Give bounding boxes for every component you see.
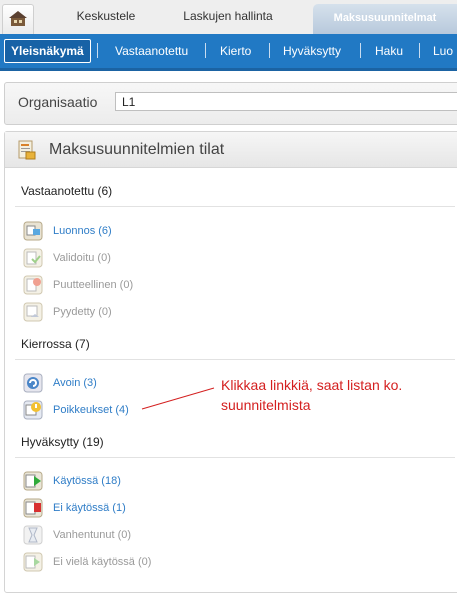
exceptions-icon (23, 400, 43, 420)
expired-icon (23, 525, 43, 545)
section-divider (15, 359, 455, 360)
subnav-haku[interactable]: Haku (375, 34, 403, 68)
organization-filter: Organisaatio (4, 82, 457, 125)
status-label: Validoitu (0) (53, 252, 111, 264)
incomplete-icon (23, 275, 43, 295)
panel-header: Maksusuunnitelmien tilat (5, 132, 457, 168)
top-tab-bar: Keskustele Laskujen hallinta Maksusuunni… (0, 0, 457, 35)
subnav-kierto[interactable]: Kierto (220, 34, 251, 68)
subnav-luo[interactable]: Luo (433, 34, 453, 68)
organization-input[interactable] (115, 92, 457, 111)
not-yet-in-use-icon (23, 552, 43, 572)
status-link[interactable]: Poikkeukset (4) (53, 400, 129, 420)
section-title-kierrossa: Kierrossa (7) (21, 337, 90, 351)
section-title-hyvaksytty: Hyväksytty (19) (21, 435, 104, 449)
annotation-line-2: suunnitelmista (221, 397, 311, 413)
home-tab[interactable] (2, 4, 34, 35)
status-link[interactable]: Avoin (3) (53, 373, 97, 393)
subnav-hyvaksytty[interactable]: Hyväksytty (283, 34, 341, 68)
status-link[interactable]: Käytössä (18) (53, 471, 121, 491)
nav-separator (97, 43, 98, 58)
nav-separator (269, 43, 270, 58)
subnav-yleisnakyma[interactable]: Yleisnäkymä (4, 39, 91, 63)
not-in-use-icon (23, 498, 43, 518)
sub-navigation: Yleisnäkymä Vastaanotettu Kierto Hyväksy… (0, 34, 457, 71)
status-link[interactable]: Luonnos (6) (53, 221, 112, 241)
nav-separator (205, 43, 206, 58)
annotation-text: Klikkaa linkkiä, saat listan ko. suunnit… (221, 375, 441, 415)
tab-maksusuunnitelmat[interactable]: Maksusuunnitelmat (313, 4, 457, 34)
tab-laskujen-hallinta[interactable]: Laskujen hallinta (178, 0, 278, 34)
panel-title: Maksusuunnitelmien tilat (49, 141, 225, 158)
status-label: Puutteellinen (0) (53, 279, 134, 291)
draft-icon (23, 221, 43, 241)
nav-separator (360, 43, 361, 58)
open-icon (23, 373, 43, 393)
requested-icon (23, 302, 43, 322)
status-label: Ei vielä käytössä (0) (53, 556, 152, 568)
status-label: Vanhentunut (0) (53, 529, 132, 541)
subnav-vastaanotettu[interactable]: Vastaanotettu (115, 34, 188, 68)
status-label: Pyydetty (0) (53, 306, 112, 318)
section-divider (15, 206, 455, 207)
home-icon (9, 11, 27, 26)
organization-label: Organisaatio (18, 94, 98, 110)
status-panel: Maksusuunnitelmien tilat Vastaanotettu (… (4, 131, 457, 593)
tab-keskustele[interactable]: Keskustele (66, 0, 146, 34)
annotation-line-1: Klikkaa linkkiä, saat listan ko. (221, 377, 403, 393)
validated-icon (23, 248, 43, 268)
nav-separator (419, 43, 420, 58)
payment-plan-icon (18, 140, 36, 160)
status-link[interactable]: Ei käytössä (1) (53, 498, 126, 518)
section-title-vastaanotettu: Vastaanotettu (6) (21, 184, 113, 198)
in-use-icon (23, 471, 43, 491)
section-divider (15, 457, 455, 458)
